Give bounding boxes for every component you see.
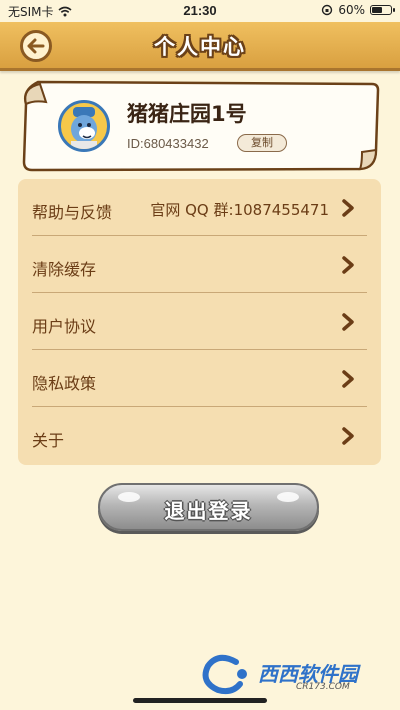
menu-item-clear-cache[interactable]: 清除缓存	[32, 236, 367, 293]
watermark-subtext: CR173.COM	[296, 682, 350, 692]
menu-item-privacy-policy[interactable]: 隐私政策	[32, 350, 367, 407]
menu-item-label: 帮助与反馈	[32, 203, 113, 222]
menu-item-label: 用户协议	[32, 317, 97, 336]
avatar[interactable]	[58, 100, 110, 152]
qq-group-text: 官网 QQ 群:1087455471	[150, 201, 329, 219]
status-right: 60%	[321, 3, 395, 17]
battery-icon	[370, 5, 395, 15]
orientation-lock-icon	[322, 4, 333, 16]
page-title: 个人中心	[154, 35, 246, 59]
chevron-right-icon	[342, 256, 354, 274]
menu-item-about[interactable]: 关于	[32, 407, 367, 464]
home-indicator[interactable]	[133, 698, 267, 703]
battery-level	[372, 7, 382, 13]
status-bar: 无SIM卡 21:30 60%	[0, 0, 400, 22]
logout-label: 退出登录	[164, 499, 253, 523]
profile-card: 猪猪庄园1号 ID:680433432 复制	[20, 80, 380, 172]
settings-menu: 帮助与反馈 官网 QQ 群:1087455471 清除缓存 用户协议 隐私政策 …	[18, 179, 381, 465]
header-bar: 个人中心	[0, 22, 400, 71]
battery-percent: 60%	[338, 3, 365, 17]
blue-mascot-icon	[71, 107, 97, 149]
menu-item-label: 隐私政策	[32, 374, 97, 393]
watermark-logo-icon	[202, 654, 247, 695]
watermark: 西西软件园 CR173.COM	[198, 652, 390, 698]
logout-button[interactable]: 退出登录	[98, 483, 319, 531]
menu-item-user-agreement[interactable]: 用户协议	[32, 293, 367, 350]
chevron-right-icon	[342, 427, 354, 445]
user-id: ID:680433432	[127, 136, 209, 151]
chevron-right-icon	[342, 199, 354, 217]
nickname: 猪猪庄园1号	[127, 102, 247, 126]
copy-id-button[interactable]: 复制	[237, 134, 287, 152]
menu-item-label: 清除缓存	[32, 260, 97, 279]
chevron-right-icon	[342, 313, 354, 331]
chevron-right-icon	[342, 370, 354, 388]
menu-item-help-feedback[interactable]: 帮助与反馈 官网 QQ 群:1087455471	[32, 179, 367, 236]
menu-item-label: 关于	[32, 431, 65, 450]
